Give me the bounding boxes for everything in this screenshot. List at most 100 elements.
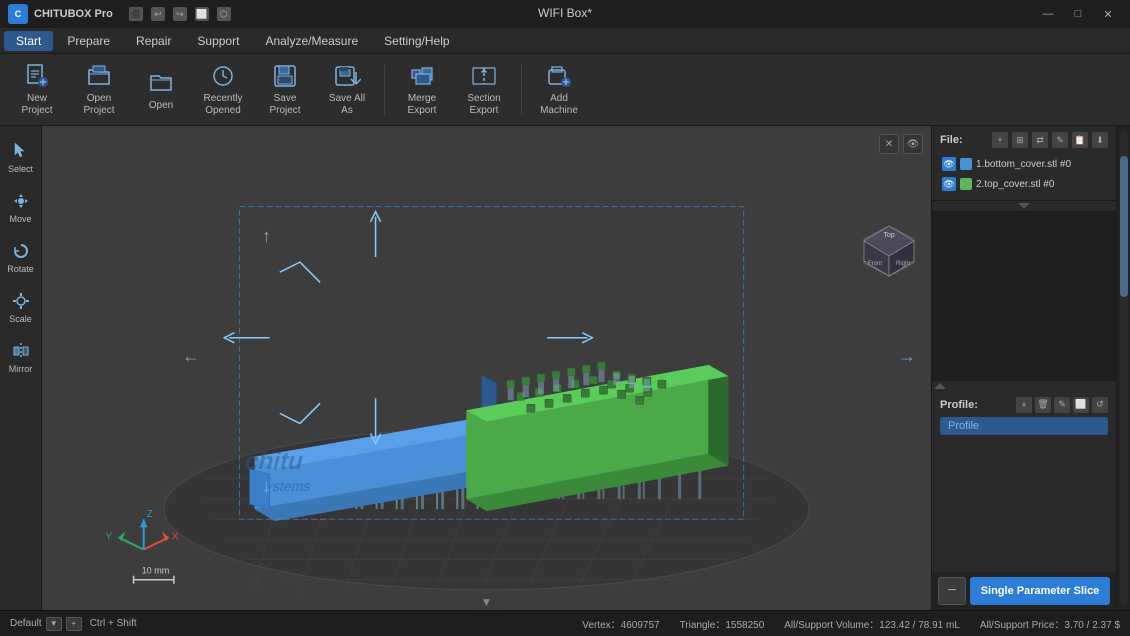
profile-current[interactable]: Profile [940,417,1108,435]
merge-export-button[interactable]: MergeExport [393,60,451,120]
rotate-tool[interactable]: Rotate [3,234,39,280]
file-header-icons: + ⊞ ⇄ ✎ 📋 ⬇ [992,132,1108,148]
app-name: CHITUBOX Pro [34,8,113,20]
open-project-button[interactable]: OpenProject [70,60,128,120]
slider-thumb[interactable] [1120,156,1128,298]
volume-info: All/Support Volume：123.42 / 78.91 mL [784,616,960,631]
profile-header: Profile: + 🗑 ✎ ⬜ ↺ [940,397,1108,413]
obj2-color [960,178,972,190]
section-export-button[interactable]: SectionExport [455,60,513,120]
menu-setting[interactable]: Setting/Help [372,31,461,51]
obj2-vis-btn[interactable]: 👁 [942,177,956,191]
viewport-eye-button[interactable]: 👁 [903,134,923,154]
selection-arrow-right: → [898,346,916,367]
file-edit-icon[interactable]: ✎ [1052,132,1068,148]
move-label: Move [9,214,31,224]
recently-opened-button[interactable]: RecentlyOpened [194,60,252,120]
new-project-icon [22,62,52,90]
add-machine-button[interactable]: AddMachine [530,60,588,120]
panel-collapse[interactable] [932,201,1116,211]
menu-support[interactable]: Support [185,31,251,51]
menu-prepare[interactable]: Prepare [55,31,122,51]
slice-btn-area: − Single Parameter Slice [932,572,1116,610]
obj1-vis-btn[interactable]: 👁 [942,157,956,171]
file-down-icon[interactable]: ⬇ [1092,132,1108,148]
file-section: File: + ⊞ ⇄ ✎ 📋 ⬇ 👁 1.bottom_cover.stl #… [932,126,1116,201]
save-all-as-button[interactable]: Save All As [318,60,376,120]
merge-export-label: MergeExport [408,93,437,117]
mode-selector: Default ▼ + [10,617,82,631]
new-project-label: New Project [12,93,62,117]
save-project-button[interactable]: Save Project [256,60,314,120]
svg-text:Y: Y [105,531,112,542]
menu-repair[interactable]: Repair [124,31,183,51]
section-export-label: SectionExport [467,93,500,117]
status-bar: Default ▼ + Ctrl + Shift Vertex：4609757 … [0,610,1130,636]
add-machine-icon [544,62,574,90]
mode-label: Default [10,618,42,629]
toolbar: New Project OpenProject Open [0,54,1130,126]
panel-expand-button[interactable] [932,381,1116,391]
close-button[interactable]: ✕ [1094,4,1122,24]
title-bar-left: C CHITUBOX Pro ⬛ ↩ ↪ ⬜ ⬡ [8,4,231,24]
toolbar-icon-5[interactable]: ⬡ [217,7,231,21]
toolbar-icon-4[interactable]: ⬜ [195,7,209,21]
select-tool[interactable]: Select [3,134,39,180]
vertex-count: Vertex：4609757 [582,616,659,631]
section-export-icon [469,62,499,90]
save-all-as-icon [332,62,362,90]
price-info: All/Support Price：3.70 / 2.37 $ [980,616,1120,631]
viewport-controls: ✕ 👁 [879,134,923,154]
file-add-icon[interactable]: + [992,132,1008,148]
selection-arrow-top: ↑ [262,226,271,247]
left-sidebar: Select Move Rotate [0,126,42,610]
app-logo: C [8,4,28,24]
menu-bar: Start Prepare Repair Support Analyze/Mea… [0,28,1130,54]
shortcut-label: Ctrl + Shift [90,618,137,629]
file-copy-icon[interactable]: 📋 [1072,132,1088,148]
toolbar-separator-1 [384,65,385,115]
save-project-icon [270,62,300,90]
object-item-1[interactable]: 👁 1.bottom_cover.stl #0 [940,154,1108,174]
mode-dropdown[interactable]: ▼ [46,617,62,631]
new-project-button[interactable]: New Project [8,60,66,120]
object-item-2[interactable]: 👁 2.top_cover.stl #0 [940,174,1108,194]
slider-track: ¼ ½ ¾ [1120,132,1128,604]
toolbar-icon-1[interactable]: ⬛ [129,7,143,21]
svg-text:Front: Front [868,261,882,267]
mirror-tool[interactable]: Mirror [3,334,39,380]
profile-add-icon[interactable]: + [1016,397,1032,413]
menu-start[interactable]: Start [4,31,53,51]
maximize-button[interactable]: □ [1064,4,1092,24]
status-left: Default ▼ + Ctrl + Shift [10,617,137,631]
recently-opened-label: RecentlyOpened [204,93,243,117]
viewport-close-button[interactable]: ✕ [879,134,899,154]
file-label: File: [940,134,963,146]
main-layout: Select Move Rotate [0,126,1130,610]
profile-refresh-icon[interactable]: ↺ [1092,397,1108,413]
profile-delete-icon[interactable]: 🗑 [1035,397,1051,413]
vertical-slider[interactable]: ¼ ½ ¾ [1116,126,1130,610]
open-button[interactable]: Open [132,60,190,120]
move-tool[interactable]: Move [3,184,39,230]
toolbar-icon-2[interactable]: ↩ [151,7,165,21]
profile-copy-icon[interactable]: ⬜ [1073,397,1089,413]
open-icon [146,67,176,97]
slice-button[interactable]: Single Parameter Slice [970,577,1110,605]
viewport-scroll-bottom[interactable]: ▼ [472,594,502,610]
add-machine-label: AddMachine [540,93,578,117]
slice-minus-button[interactable]: − [938,577,966,605]
scale-tool[interactable]: Scale [3,284,39,330]
selection-arrow-left: ← [182,346,200,367]
nav-cube[interactable]: Top Front Right [859,221,919,281]
toolbar-icon-3[interactable]: ↪ [173,7,187,21]
profile-edit-icon[interactable]: ✎ [1054,397,1070,413]
menu-analyze[interactable]: Analyze/Measure [253,31,370,51]
minimize-button[interactable]: — [1034,4,1062,24]
file-swap-icon[interactable]: ⇄ [1032,132,1048,148]
file-grid-icon[interactable]: ⊞ [1012,132,1028,148]
viewport[interactable]: chitu systems [42,126,931,610]
mode-add-button[interactable]: + [66,617,82,631]
scene-svg: chitu systems [42,126,931,610]
open-label: Open [149,100,173,112]
